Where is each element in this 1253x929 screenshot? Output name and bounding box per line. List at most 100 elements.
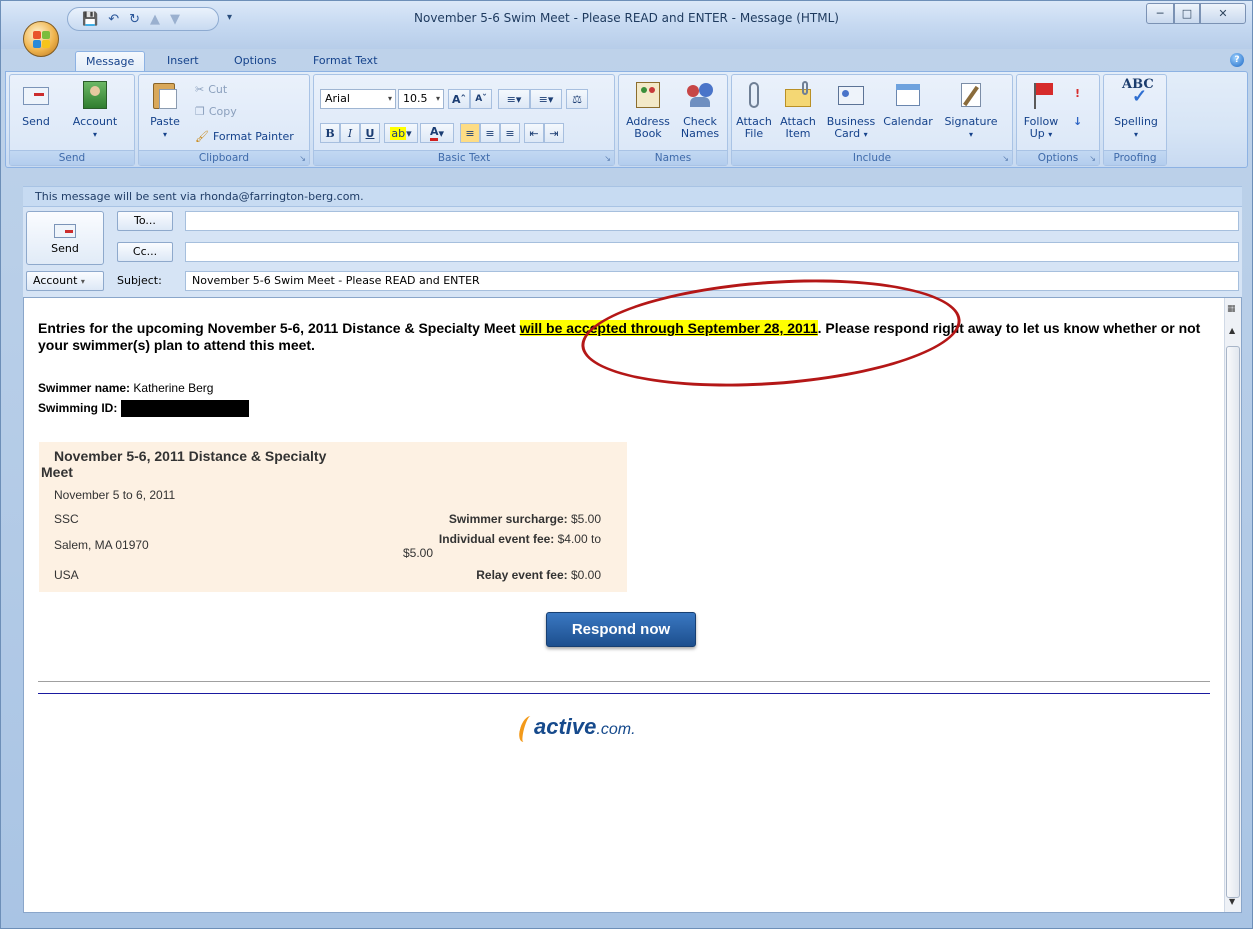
group-proofing: ABC ✓ Spelling ▾ Proofing: [1103, 74, 1167, 166]
group-label-options: Options: [1017, 150, 1099, 165]
paste-icon: [149, 79, 181, 111]
subject-label: Subject:: [117, 274, 162, 287]
address-book-button[interactable]: Address Book: [623, 79, 673, 140]
group-send: Send Account ▾ Send: [9, 74, 135, 166]
tab-format-text[interactable]: Format Text: [303, 51, 388, 72]
to-button[interactable]: To...: [117, 211, 173, 231]
increase-indent-icon[interactable]: ⇥: [544, 123, 564, 143]
signature-button[interactable]: Signature ▾: [938, 79, 1004, 141]
spelling-button[interactable]: ABC ✓ Spelling ▾: [1108, 78, 1164, 141]
align-center-icon[interactable]: ≡: [480, 123, 500, 143]
meet-title: November 5-6, 2011 Distance & Specialty: [54, 448, 327, 464]
relay-event-fee: Relay event fee: $0.00: [476, 568, 601, 582]
check-names-icon: [684, 79, 716, 111]
scroll-thumb[interactable]: [1226, 346, 1240, 898]
signature-pen-icon: [955, 79, 987, 111]
high-importance-icon[interactable]: !: [1075, 87, 1080, 100]
minimize-button[interactable]: ─: [1146, 3, 1174, 24]
account-dropdown-button[interactable]: Account ▾: [26, 271, 104, 291]
divider-gray: [38, 681, 1210, 682]
highlight-color-icon[interactable]: ab ▾: [384, 123, 418, 143]
scroll-up-icon[interactable]: ▲: [1229, 326, 1235, 335]
align-left-icon[interactable]: ≡: [460, 123, 480, 143]
numbering-icon[interactable]: ≡▾: [530, 89, 562, 109]
to-field[interactable]: [185, 211, 1239, 231]
attach-file-button[interactable]: Attach File: [736, 79, 772, 140]
shrink-font-icon[interactable]: Aˇ: [470, 89, 492, 109]
underline-icon[interactable]: U: [360, 123, 380, 143]
group-basic-text: Arial ▾ 10.5 ▾ Aˆ Aˇ ≡▾ ≡▾ ⚖ B I U ab ▾ A ▾ …: [313, 74, 615, 166]
decrease-indent-icon[interactable]: ⇤: [524, 123, 544, 143]
window-controls: ─ □ ✕: [1146, 3, 1246, 24]
redacted-id-block: [121, 400, 250, 418]
group-label-names: Names: [619, 150, 727, 165]
active-com-logo[interactable]: active.com.: [516, 714, 636, 742]
meet-title-cont: Meet: [41, 464, 73, 480]
business-card-button[interactable]: Business Card ▾: [824, 79, 878, 141]
tab-message[interactable]: Message: [75, 51, 146, 72]
group-label-basic-text: Basic Text: [314, 150, 614, 165]
calendar-button[interactable]: Calendar: [880, 79, 936, 128]
bullets-icon[interactable]: ≡▾: [498, 89, 530, 109]
calendar-icon: [892, 79, 924, 111]
font-name-combo[interactable]: Arial ▾: [320, 89, 396, 109]
scroll-down-icon[interactable]: ▼: [1229, 897, 1235, 906]
clipboard-launcher-icon[interactable]: ↘: [299, 154, 306, 163]
help-icon[interactable]: ?: [1230, 53, 1244, 67]
scissors-icon: ✂: [195, 83, 205, 96]
options-launcher-icon[interactable]: ↘: [1089, 154, 1096, 163]
format-painter-button[interactable]: 🖌 Format Painter: [195, 130, 294, 143]
respond-now-button[interactable]: Respond now: [546, 612, 696, 647]
cc-button[interactable]: Cc...: [117, 242, 173, 262]
vertical-scrollbar[interactable]: ▦ ▲ ▼: [1224, 298, 1241, 912]
swimmer-surcharge: Swimmer surcharge: $5.00: [448, 512, 601, 526]
tab-insert[interactable]: Insert: [157, 51, 209, 72]
basic-text-launcher-icon[interactable]: ↘: [604, 154, 611, 163]
account-icon: [79, 79, 111, 111]
group-options: Follow Up ▾ ! ↓ Options ↘: [1016, 74, 1100, 166]
ribbon-account-button[interactable]: Account ▾: [62, 79, 128, 141]
cc-field[interactable]: [185, 242, 1239, 262]
grow-font-icon[interactable]: Aˆ: [448, 89, 470, 109]
maximize-button[interactable]: □: [1174, 3, 1200, 24]
font-color-icon[interactable]: A ▾: [420, 123, 454, 143]
individual-event-fee: Individual event fee: $4.00 to: [438, 532, 601, 546]
office-button[interactable]: [23, 21, 59, 57]
split-view-icon[interactable]: ▦: [1227, 304, 1236, 314]
bold-icon[interactable]: B: [320, 123, 340, 143]
group-names: Address Book Check Names Names: [618, 74, 728, 166]
meet-city: Salem, MA 01970: [54, 538, 149, 552]
tab-options[interactable]: Options: [224, 51, 286, 72]
group-label-include: Include: [732, 150, 1012, 165]
group-clipboard: Paste ▾ ✂ Cut ❐ Copy 🖌 Format Painter Clipbo…: [138, 74, 310, 166]
italic-icon[interactable]: I: [340, 123, 360, 143]
paperclip-icon: [738, 79, 770, 111]
check-names-button[interactable]: Check Names: [675, 79, 725, 140]
red-flag-icon: [1025, 79, 1057, 111]
close-button[interactable]: ✕: [1200, 3, 1246, 24]
meet-details-card: November 5-6, 2011 Distance & Specialty …: [39, 442, 627, 592]
send-button[interactable]: Send: [26, 211, 104, 265]
include-launcher-icon[interactable]: ↘: [1002, 154, 1009, 163]
envelope-send-icon: [20, 79, 52, 111]
cut-button[interactable]: ✂ Cut: [195, 83, 227, 96]
ribbon-send-button[interactable]: Send: [14, 79, 58, 128]
ribbon-tabs: Message Insert Options Format Text: [1, 49, 1252, 72]
attach-item-button[interactable]: Attach Item: [776, 79, 820, 140]
styles-icon[interactable]: ⚖: [566, 89, 588, 109]
window-title: November 5-6 Swim Meet - Please READ and…: [414, 11, 839, 25]
copy-button[interactable]: ❐ Copy: [195, 105, 237, 118]
align-right-icon[interactable]: ≡: [500, 123, 520, 143]
address-book-icon: [632, 79, 664, 111]
group-include: Attach File Attach Item Business Card ▾: [731, 74, 1013, 166]
font-size-combo[interactable]: 10.5 ▾: [398, 89, 444, 109]
group-label-proofing: Proofing: [1104, 150, 1166, 165]
swimming-id-line: Swimming ID:: [38, 398, 1213, 418]
office-logo-icon: [33, 31, 51, 49]
message-body[interactable]: Entries for the upcoming November 5-6, 2…: [23, 297, 1242, 913]
follow-up-button[interactable]: Follow Up ▾: [1019, 79, 1063, 141]
business-card-icon: [835, 79, 867, 111]
paste-button[interactable]: Paste ▾: [145, 79, 185, 141]
group-label-send: Send: [10, 150, 134, 165]
low-importance-icon[interactable]: ↓: [1073, 115, 1082, 128]
